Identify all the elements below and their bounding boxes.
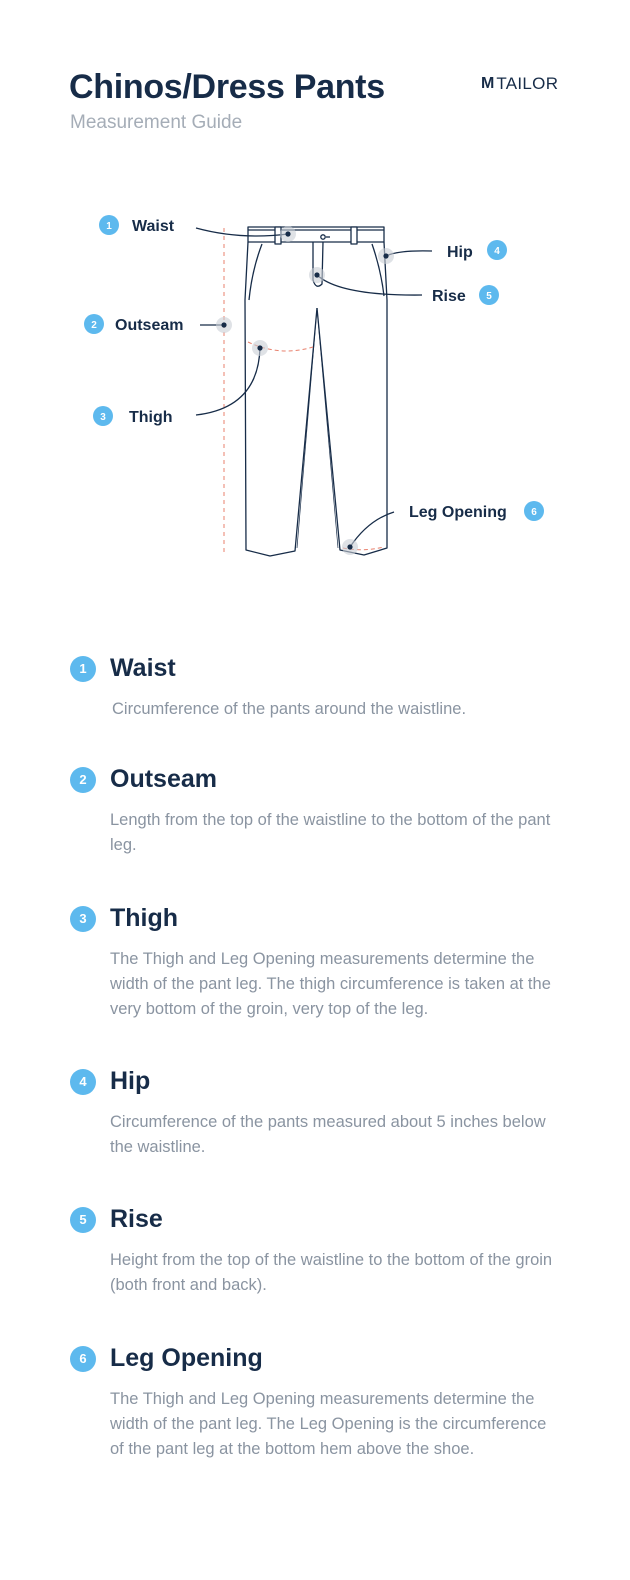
section-number-badge: 1: [70, 655, 96, 682]
callout-number-thigh: 3: [100, 412, 106, 423]
callout-number-rise: 5: [486, 291, 492, 302]
callout-number-leg-opening: 6: [531, 507, 537, 518]
section-description: The Thigh and Leg Opening measurements d…: [110, 1390, 547, 1458]
section-heading: Rise: [110, 1205, 163, 1233]
rise-leader-line: [316, 274, 423, 296]
callout-label-waist: Waist: [132, 218, 175, 235]
thigh-point: [257, 345, 263, 351]
section-heading: Hip: [110, 1067, 151, 1095]
measurement-section-thigh: 3 Thigh The Thigh and Leg Opening measur…: [70, 904, 560, 1022]
callout-label-rise: Rise: [432, 288, 466, 305]
thigh-leader-line: [195, 347, 261, 416]
section-description: Length from the top of the waistline to …: [110, 811, 551, 854]
page-title: Chinos/Dress Pants: [69, 68, 385, 106]
brand-logo: M TAILOR: [481, 74, 558, 94]
section-heading: Outseam: [110, 765, 217, 793]
section-heading: Leg Opening: [110, 1344, 263, 1372]
measurement-section-waist: 1 Waist Circumference of the pants aroun…: [70, 654, 560, 722]
measurement-section-outseam: 2 Outseam Length from the top of the wai…: [70, 765, 560, 858]
measurement-section-leg-opening: 6 Leg Opening The Thigh and Leg Opening …: [70, 1344, 560, 1462]
measurement-section-hip: 4 Hip Circumference of the pants measure…: [70, 1067, 560, 1160]
hip-point: [383, 253, 389, 259]
page-subtitle: Measurement Guide: [70, 112, 243, 133]
leg-opening-point: [347, 544, 353, 550]
callout-badges: [84, 215, 544, 521]
pants-diagram: 1 2 3 4 5 6 Waist Outseam Thigh Hip Rise…: [84, 215, 544, 557]
section-description: The Thigh and Leg Opening measurements d…: [110, 950, 551, 1018]
section-number-badge: 3: [70, 905, 96, 932]
brand-mark: M: [481, 75, 494, 92]
section-number-badge: 2: [70, 766, 96, 793]
outseam-point: [221, 322, 227, 328]
section-number-badge: 6: [70, 1345, 96, 1372]
section-number-badge: 5: [70, 1206, 96, 1233]
rise-point: [314, 272, 320, 278]
measurement-section-rise: 5 Rise Height from the top of the waistl…: [70, 1205, 560, 1298]
waist-point: [285, 231, 291, 237]
callout-label-leg-opening: Leg Opening: [409, 504, 507, 521]
brand-name: TAILOR: [496, 74, 559, 93]
measurement-points: [216, 226, 394, 555]
callout-number-hip: 4: [494, 246, 500, 257]
section-number-badge: 4: [70, 1068, 96, 1095]
callout-number-outseam: 2: [91, 320, 97, 331]
callout-label-thigh: Thigh: [129, 409, 173, 426]
section-description: Height from the top of the waistline to …: [110, 1251, 553, 1294]
callout-number-waist: 1: [106, 221, 112, 232]
callout-label-hip: Hip: [447, 244, 473, 261]
section-description: Circumference of the pants measured abou…: [110, 1113, 546, 1156]
section-heading: Waist: [110, 654, 176, 682]
section-heading: Thigh: [110, 904, 179, 932]
section-description: Circumference of the pants around the wa…: [112, 700, 467, 718]
callout-label-outseam: Outseam: [115, 317, 183, 334]
